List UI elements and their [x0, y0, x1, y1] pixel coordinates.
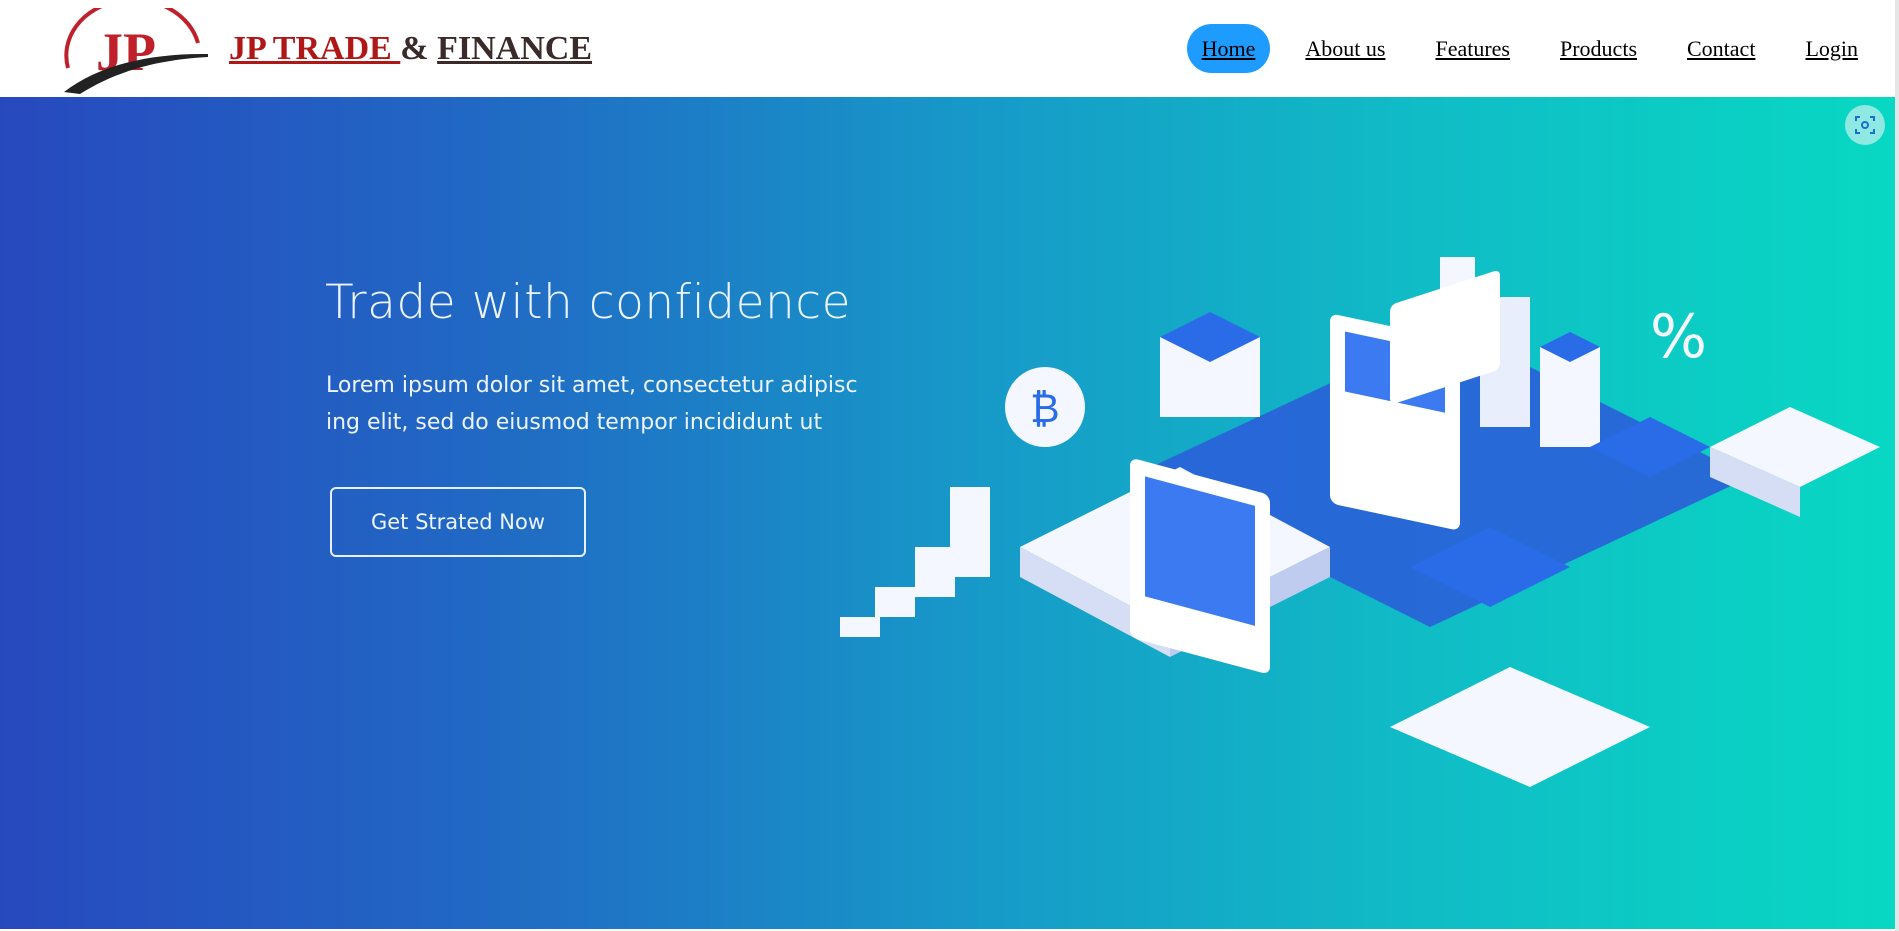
brand-name[interactable]: JP TRADE & FINANCE	[229, 30, 592, 68]
site-header: JP JP TRADE & FINANCE Home About us Feat…	[0, 0, 1895, 97]
get-started-button[interactable]: Get Strated Now	[330, 487, 586, 557]
main-nav: Home About us Features Products Contact …	[1167, 24, 1873, 73]
visual-search-button[interactable]	[1845, 105, 1885, 145]
hero-description: Lorem ipsum dolor sit amet, consectetur …	[326, 373, 858, 435]
hero-banner: Trade with confidence Lorem ipsum dolor …	[0, 97, 1895, 929]
svg-text:₿: ₿	[1030, 386, 1060, 432]
hero-title: Trade with confidence	[325, 275, 852, 330]
isometric-finance-illustration: ₿ %	[840, 257, 1880, 787]
nav-login[interactable]: Login	[1790, 24, 1873, 73]
nav-products[interactable]: Products	[1545, 24, 1652, 73]
scrollbar[interactable]	[1895, 0, 1899, 931]
nav-features[interactable]: Features	[1420, 24, 1525, 73]
company-logo[interactable]: JP	[58, 8, 210, 96]
nav-contact[interactable]: Contact	[1672, 24, 1770, 73]
svg-text:%: %	[1650, 302, 1707, 372]
camera-scan-icon	[1855, 116, 1875, 134]
nav-home[interactable]: Home	[1186, 24, 1271, 73]
nav-about-us[interactable]: About us	[1290, 24, 1400, 73]
